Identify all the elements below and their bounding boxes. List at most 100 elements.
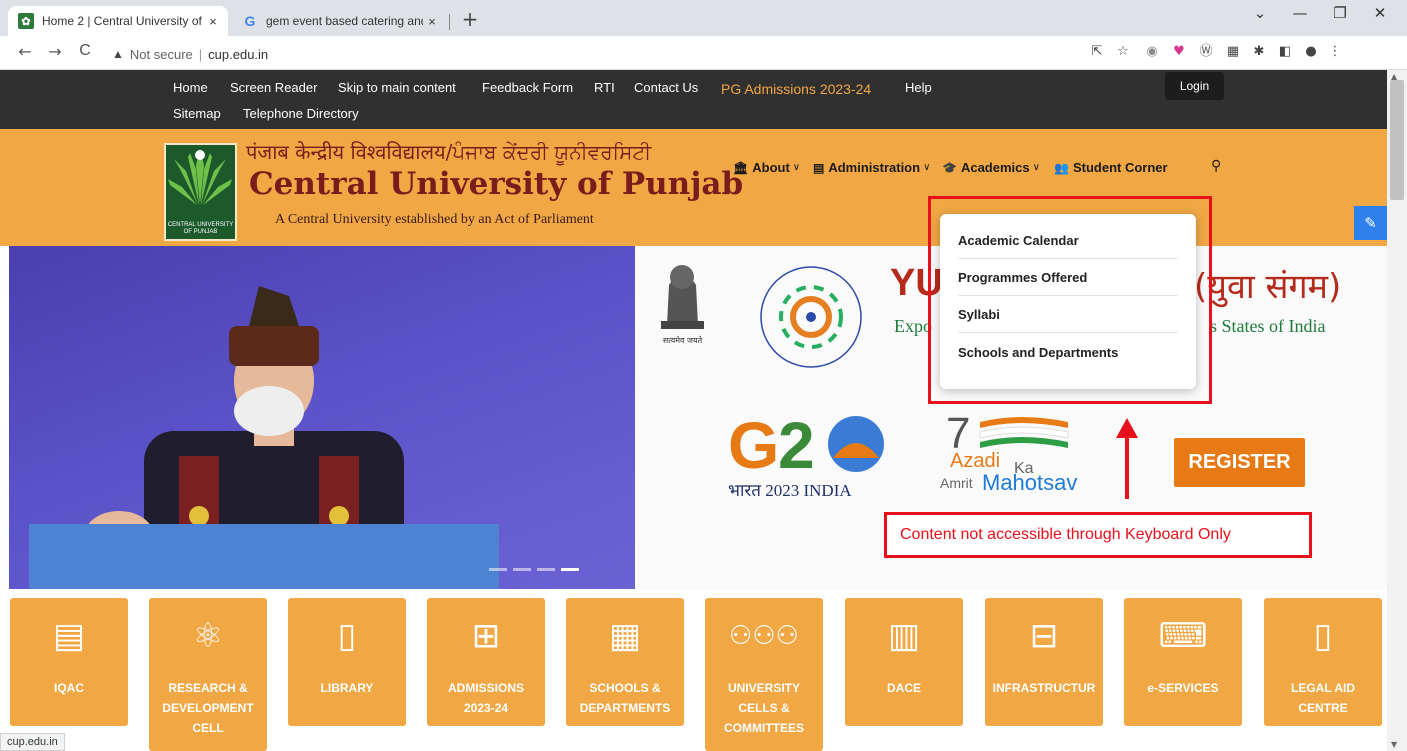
tile-schools-departments[interactable]: ▦ SCHOOLS & DEPARTMENTS [566, 598, 684, 726]
login-button[interactable]: Login [1165, 72, 1224, 100]
tile-label: DACE [886, 681, 921, 695]
svg-text:7: 7 [946, 410, 970, 454]
close-window-button[interactable]: ✕ [1362, 4, 1398, 22]
back-button[interactable]: ← [14, 42, 36, 61]
bookmark-star-icon[interactable]: ☆ [1114, 43, 1132, 61]
maximize-button[interactable]: ❐ [1322, 4, 1358, 22]
book-icon: ▤ [813, 160, 825, 175]
svg-text:2: 2 [778, 408, 815, 478]
tile-infrastructure[interactable]: ⊟ INFRASTRUCTUR [985, 598, 1103, 726]
tile-dace[interactable]: ▥ DACE [845, 598, 963, 726]
warning-icon: ▲ [112, 47, 124, 61]
link-contact[interactable]: Contact Us [634, 80, 698, 95]
link-skip-main[interactable]: Skip to main content [338, 80, 456, 95]
reload-button[interactable]: C [74, 42, 96, 60]
link-pg-admissions[interactable]: PG Admissions 2023-24 [721, 81, 871, 97]
university-logo[interactable]: CENTRAL UNIVERSITY OF PUNJAB [164, 143, 237, 241]
chevron-down-icon: ∨ [923, 162, 931, 173]
scroll-down-icon[interactable]: ▼ [1391, 740, 1397, 749]
graduation-cap-icon: 🎓 [942, 160, 957, 175]
tab-separator [449, 14, 450, 30]
tab-title: gem event based catering and di [266, 14, 423, 28]
puzzle-icon[interactable]: ✱ [1250, 43, 1268, 61]
tab-gem-search[interactable]: G gem event based catering and di × [232, 6, 447, 36]
tile-label: e-SERVICES [1147, 681, 1219, 695]
building-icon: 🏛 [733, 160, 749, 175]
laptop-icon: ⌨ [1158, 616, 1208, 656]
tab-central-university[interactable]: ✿ Home 2 | Central University of Pu × [8, 6, 228, 36]
podium [29, 524, 499, 589]
link-feedback[interactable]: Feedback Form [482, 80, 573, 95]
close-tab-icon[interactable]: × [204, 14, 222, 29]
tile-label: IQAC [54, 681, 84, 695]
g20-emblem-icon: G 2 [728, 408, 884, 482]
agave-plant-icon [168, 149, 232, 205]
hindi-punjabi-title: पंजाब केन्द्रीय विश्वविद्यालय/ਪੰਜਾਬ ਕੇਂਦ… [246, 140, 652, 164]
slide-dot[interactable] [537, 568, 555, 571]
wordpress-extension-icon[interactable]: Ⓦ [1197, 43, 1215, 61]
menu-kebab-icon[interactable]: ⋮ [1326, 43, 1344, 61]
link-help[interactable]: Help [905, 80, 932, 95]
tile-label: RESEARCH & DEVELOPMENT CELL [162, 681, 254, 735]
address-separator: | [198, 46, 203, 62]
slide-dot[interactable] [513, 568, 531, 571]
address-bar[interactable]: ▲ Not secure | cup.edu.in [112, 44, 268, 64]
75-logo-icon: 7 [946, 409, 1069, 458]
notebook-icon: ▯ [1313, 616, 1333, 656]
link-screen-reader[interactable]: Screen Reader [230, 80, 317, 95]
svg-text:G: G [728, 408, 779, 478]
link-home[interactable]: Home [173, 80, 208, 95]
tile-e-services[interactable]: ⌨ e-SERVICES [1124, 598, 1242, 726]
share-icon[interactable]: ⇱ [1088, 43, 1106, 61]
extension-icon[interactable]: ◉ [1143, 43, 1161, 61]
chevron-down-icon: ∨ [1032, 162, 1040, 173]
tile-research-development[interactable]: ⚛ RESEARCH & DEVELOPMENT CELL [149, 598, 267, 751]
new-extension-icon[interactable]: ▦ [1224, 43, 1242, 61]
tile-library[interactable]: ▯ LIBRARY [288, 598, 406, 726]
tile-iqac[interactable]: ▤ IQAC [10, 598, 128, 726]
scrollbar-thumb[interactable] [1390, 80, 1404, 200]
site-favicon-icon: ✿ [18, 13, 34, 29]
link-telephone-directory[interactable]: Telephone Directory [243, 106, 359, 121]
open-book-icon: ▯ [337, 616, 357, 656]
annotation-arrow-shaft [1125, 435, 1129, 499]
expo-text: Expo [894, 316, 932, 336]
register-button[interactable]: REGISTER [1174, 438, 1305, 487]
side-panel-icon[interactable]: ◧ [1276, 43, 1294, 61]
link-sitemap[interactable]: Sitemap [173, 106, 221, 121]
nav-label: Student Corner [1072, 160, 1168, 175]
nav-about[interactable]: 🏛 About ∨ [733, 160, 800, 175]
tile-label: INFRASTRUCTUR [992, 681, 1096, 695]
link-rti[interactable]: RTI [594, 80, 615, 95]
minimize-button[interactable]: — [1282, 4, 1318, 22]
accessibility-pen-button[interactable]: ✎ [1354, 206, 1387, 240]
security-label: Not secure [129, 46, 193, 62]
nav-student-corner[interactable]: 👥 Student Corner [1054, 160, 1168, 175]
file-icon: ▥ [887, 616, 921, 656]
tile-legal-aid-centre[interactable]: ▯ LEGAL AID CENTRE [1264, 598, 1382, 726]
profile-icon[interactable]: ● [1302, 43, 1320, 61]
color-extension-icon[interactable]: ♥ [1170, 43, 1188, 61]
slide-dot[interactable] [489, 568, 507, 571]
nav-label: Administration [828, 160, 921, 175]
nav-administration[interactable]: ▤ Administration ∨ [813, 160, 930, 175]
slider-dots[interactable] [489, 568, 579, 571]
forward-button[interactable]: → [44, 42, 66, 61]
g20-logo: G 2 भारत 2023 INDIA [728, 408, 918, 508]
tile-admissions[interactable]: ⊞ ADMISSIONS 2023-24 [427, 598, 545, 726]
slide-dot-active[interactable] [561, 568, 579, 571]
tile-label: LEGAL AID CENTRE [1290, 681, 1355, 715]
add-user-icon: ⊞ [471, 616, 501, 656]
document-icon: ▤ [52, 616, 86, 656]
blocks-icon: ⊟ [1029, 616, 1059, 656]
tile-university-cells[interactable]: ⚇⚇⚇ UNIVERSITY CELLS & COMMITTEES [705, 598, 823, 751]
tab-search-button[interactable]: ⌄ [1242, 4, 1278, 22]
new-tab-button[interactable]: + [458, 8, 482, 32]
nav-academics[interactable]: 🎓 Academics ∨ [942, 160, 1040, 175]
azadi-ka-amrit-mahotsav-logo: 7 Azadi Ka Amrit Mahotsav [940, 409, 1090, 510]
close-tab-icon[interactable]: × [423, 14, 441, 29]
tile-label: UNIVERSITY CELLS & COMMITTEES [724, 681, 804, 735]
building-icon: ▦ [608, 616, 642, 656]
chevron-down-icon: ∨ [792, 162, 801, 173]
search-icon[interactable]: ⚲ [1211, 158, 1221, 174]
